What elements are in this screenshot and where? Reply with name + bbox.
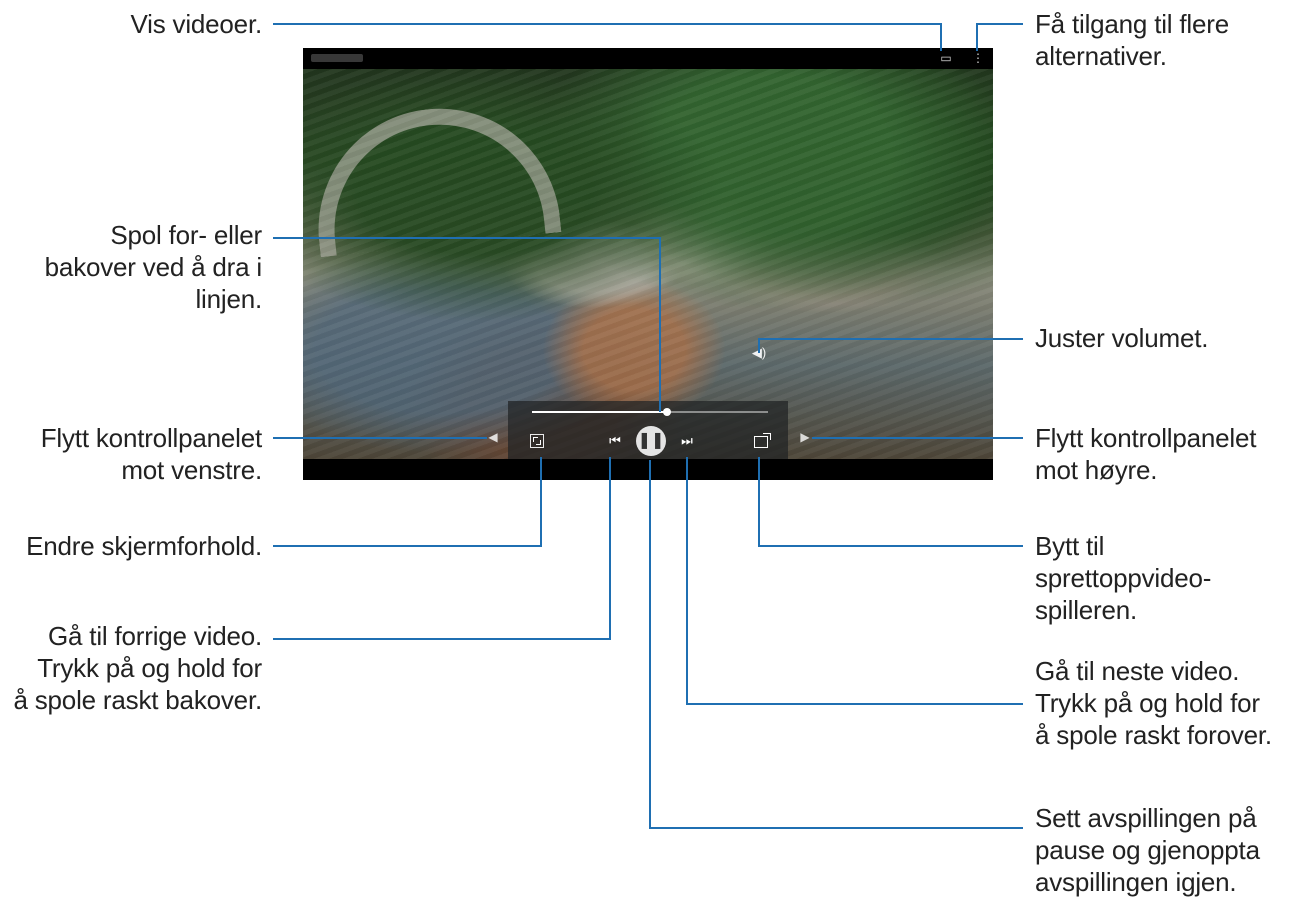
callout-scrub: Spol for- eller bakover ved å dra i linj… <box>44 220 263 314</box>
callout-move-right: Flytt kontrollpanelet mot høyre. <box>1035 423 1257 485</box>
leader-next-v <box>686 457 688 705</box>
callout-volume: Juster volumet. <box>1035 323 1209 353</box>
leader-move-right-h <box>812 437 1023 439</box>
leader-previous-v <box>609 457 611 640</box>
leader-move-left-h <box>273 437 487 439</box>
leader-aspect-ratio-v <box>540 457 542 547</box>
leader-previous-h <box>273 638 611 640</box>
popup-player-icon[interactable] <box>754 433 771 448</box>
callout-next-video: Gå til neste video. Trykk på og hold for… <box>1035 656 1272 750</box>
progress-thumb[interactable] <box>662 408 671 416</box>
leader-pause-h <box>649 827 1023 829</box>
move-left-arrow-icon[interactable]: ◀ <box>486 430 500 444</box>
leader-more-options-v <box>976 23 978 51</box>
callout-move-left: Flytt kontrollpanelet mot venstre. <box>40 423 262 485</box>
callout-aspect-ratio: Endre skjermforhold. <box>26 531 262 561</box>
aspect-ratio-icon[interactable] <box>530 434 544 448</box>
video-title-placeholder <box>311 54 363 62</box>
callout-pause-resume: Sett avspillingen på pause og gjenoppta … <box>1035 803 1260 897</box>
top-toolbar: ▭ ⋮ <box>303 48 993 69</box>
videos-icon[interactable]: ▭ <box>937 50 955 66</box>
leader-pause-v <box>649 460 651 829</box>
previous-icon[interactable]: ⏮ <box>606 432 624 450</box>
callout-previous-video: Gå til forrige video. Trykk på og hold f… <box>13 621 262 715</box>
callout-show-videos: Vis videoer. <box>130 9 262 39</box>
leader-show-videos-h <box>273 23 942 25</box>
bottom-toolbar <box>303 459 993 480</box>
video-player-screen[interactable]: ▭ ⋮ ◀ ▶ ◀) ⏮ ❚❚ ⏭ <box>303 48 993 480</box>
leader-popup-player-v <box>758 457 760 547</box>
leader-volume-v <box>758 338 760 353</box>
leader-volume-h <box>758 338 1023 340</box>
progress-track[interactable] <box>532 408 768 416</box>
callout-more-options: Få tilgang til flere alternativer. <box>1035 9 1229 71</box>
move-right-arrow-icon[interactable]: ▶ <box>798 430 812 444</box>
callout-popup-player: Bytt til sprettoppvideo- spilleren. <box>1035 531 1212 625</box>
leader-more-options-h <box>976 23 1023 25</box>
leader-popup-player-h <box>758 545 1023 547</box>
leader-aspect-ratio-h <box>273 545 542 547</box>
leader-scrub-h <box>273 237 661 239</box>
more-options-icon[interactable]: ⋮ <box>969 50 987 66</box>
leader-scrub-v <box>659 237 661 412</box>
leader-show-videos-v <box>940 23 942 51</box>
next-icon[interactable]: ⏭ <box>678 432 696 450</box>
progress-fill <box>532 411 667 413</box>
leader-next-h <box>686 703 1023 705</box>
control-panel: ⏮ ❚❚ ⏭ <box>508 401 788 459</box>
pause-icon[interactable]: ❚❚ <box>636 426 666 456</box>
